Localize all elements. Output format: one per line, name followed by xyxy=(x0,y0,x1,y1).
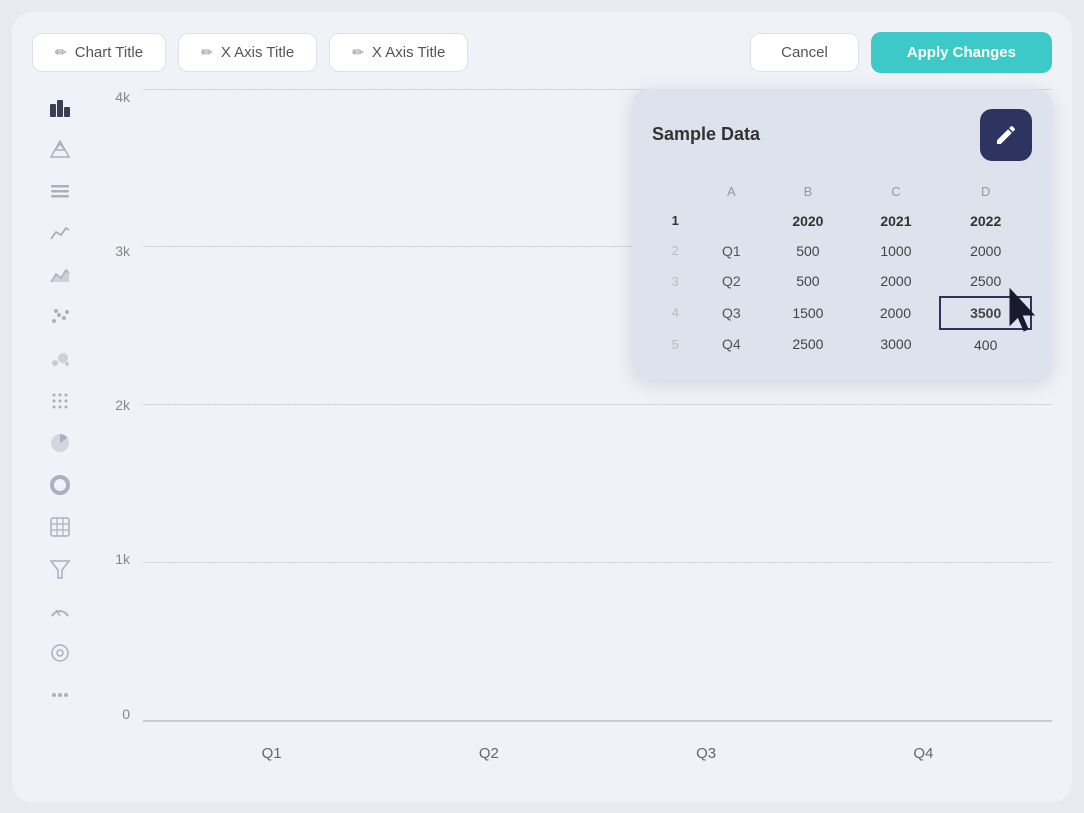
row-num-5: 5 xyxy=(652,329,698,360)
sidebar xyxy=(32,89,88,782)
x-label-q1: Q1 xyxy=(262,745,282,762)
funnel-icon[interactable] xyxy=(46,555,74,583)
cell-5-a[interactable]: Q4 xyxy=(698,329,764,360)
chart-title-label: Chart Title xyxy=(75,44,143,61)
cancel-button[interactable]: Cancel xyxy=(750,33,859,72)
x-label-q4: Q4 xyxy=(913,745,933,762)
table-row: 2 Q1 500 1000 2000 xyxy=(652,236,1031,266)
col-header-empty xyxy=(652,177,698,206)
row-num-3: 3 xyxy=(652,266,698,297)
panel-header: Sample Data xyxy=(652,109,1032,161)
cell-3-a[interactable]: Q2 xyxy=(698,266,764,297)
chart-area: 4k 3k 2k 1k 0 xyxy=(88,89,1052,782)
more-charts-icon[interactable] xyxy=(46,681,74,709)
y-axis: 4k 3k 2k 1k 0 xyxy=(98,89,138,722)
dot-grid-icon[interactable] xyxy=(46,387,74,415)
bubble-icon[interactable] xyxy=(46,345,74,373)
panel-title: Sample Data xyxy=(652,124,760,145)
cell-5-c[interactable]: 3000 xyxy=(852,329,941,360)
cell-2-a[interactable]: Q1 xyxy=(698,236,764,266)
cell-5-d[interactable]: 400 xyxy=(940,329,1031,360)
table-row: 3 Q2 500 2000 2500 xyxy=(652,266,1031,297)
cell-1-d[interactable]: 2022 xyxy=(940,206,1031,236)
line-chart-icon[interactable] xyxy=(46,219,74,247)
cell-2-d[interactable]: 2000 xyxy=(940,236,1031,266)
x-label-q3: Q3 xyxy=(696,745,716,762)
col-header-a: A xyxy=(698,177,764,206)
cell-2-c[interactable]: 1000 xyxy=(852,236,941,266)
y-label-3k: 3k xyxy=(115,243,130,259)
cell-4-b[interactable]: 1500 xyxy=(764,297,851,329)
x-axis-title-1-button[interactable]: ✏ X Axis Title xyxy=(178,33,317,72)
cell-4-d-highlighted[interactable]: 3500 xyxy=(940,297,1031,329)
cell-3-b[interactable]: 500 xyxy=(764,266,851,297)
y-label-1k: 1k xyxy=(115,551,130,567)
cell-3-d[interactable]: 2500 xyxy=(940,266,1031,297)
circle-icon[interactable] xyxy=(46,639,74,667)
row-num-1: 1 xyxy=(652,206,698,236)
table-row: 4 Q3 1500 2000 3500 xyxy=(652,297,1031,329)
table-row: 5 Q4 2500 3000 400 xyxy=(652,329,1031,360)
cell-1-c[interactable]: 2021 xyxy=(852,206,941,236)
x-axis-title-1-label: X Axis Title xyxy=(221,44,294,61)
scatter-icon[interactable] xyxy=(46,303,74,331)
x-axis-title-2-button[interactable]: ✏ X Axis Title xyxy=(329,33,468,72)
cell-1-a[interactable] xyxy=(698,206,764,236)
main-container: ✏ Chart Title ✏ X Axis Title ✏ X Axis Ti… xyxy=(12,12,1072,802)
table-header-row: A B C D xyxy=(652,177,1031,206)
sample-data-panel: Sample Data A B C D xyxy=(632,89,1052,380)
table-grid-icon[interactable] xyxy=(46,513,74,541)
row-num-2: 2 xyxy=(652,236,698,266)
toolbar: ✏ Chart Title ✏ X Axis Title ✏ X Axis Ti… xyxy=(32,32,1052,73)
cell-5-b[interactable]: 2500 xyxy=(764,329,851,360)
donut-icon[interactable] xyxy=(46,471,74,499)
y-label-4k: 4k xyxy=(115,89,130,105)
edit-data-button[interactable] xyxy=(980,109,1032,161)
area-chart-icon[interactable] xyxy=(46,261,74,289)
gauge-icon[interactable] xyxy=(46,597,74,625)
pie-chart-icon[interactable] xyxy=(46,429,74,457)
x-axis-title-2-label: X Axis Title xyxy=(372,44,445,61)
chart-title-button[interactable]: ✏ Chart Title xyxy=(32,33,166,72)
col-header-c: C xyxy=(852,177,941,206)
x-label-q2: Q2 xyxy=(479,745,499,762)
content-area: 4k 3k 2k 1k 0 xyxy=(32,89,1052,782)
cell-4-a[interactable]: Q3 xyxy=(698,297,764,329)
y-label-2k: 2k xyxy=(115,397,130,413)
pencil-icon-2: ✏ xyxy=(201,44,213,61)
table-row: 1 2020 2021 2022 xyxy=(652,206,1031,236)
cell-1-b[interactable]: 2020 xyxy=(764,206,851,236)
col-header-d: D xyxy=(940,177,1031,206)
x-axis: Q1 Q2 Q3 Q4 xyxy=(143,745,1052,762)
cell-4-c[interactable]: 2000 xyxy=(852,297,941,329)
pencil-icon-1: ✏ xyxy=(55,44,67,61)
data-table: A B C D 1 2020 2021 2022 xyxy=(652,177,1032,360)
cell-2-b[interactable]: 500 xyxy=(764,236,851,266)
row-num-4: 4 xyxy=(652,297,698,329)
mountain-chart-icon[interactable] xyxy=(46,135,74,163)
apply-changes-button[interactable]: Apply Changes xyxy=(871,32,1052,73)
y-label-0: 0 xyxy=(122,706,130,722)
bar-chart-icon[interactable] xyxy=(46,93,74,121)
pencil-icon-3: ✏ xyxy=(352,44,364,61)
col-header-b: B xyxy=(764,177,851,206)
list-icon[interactable] xyxy=(46,177,74,205)
cell-3-c[interactable]: 2000 xyxy=(852,266,941,297)
